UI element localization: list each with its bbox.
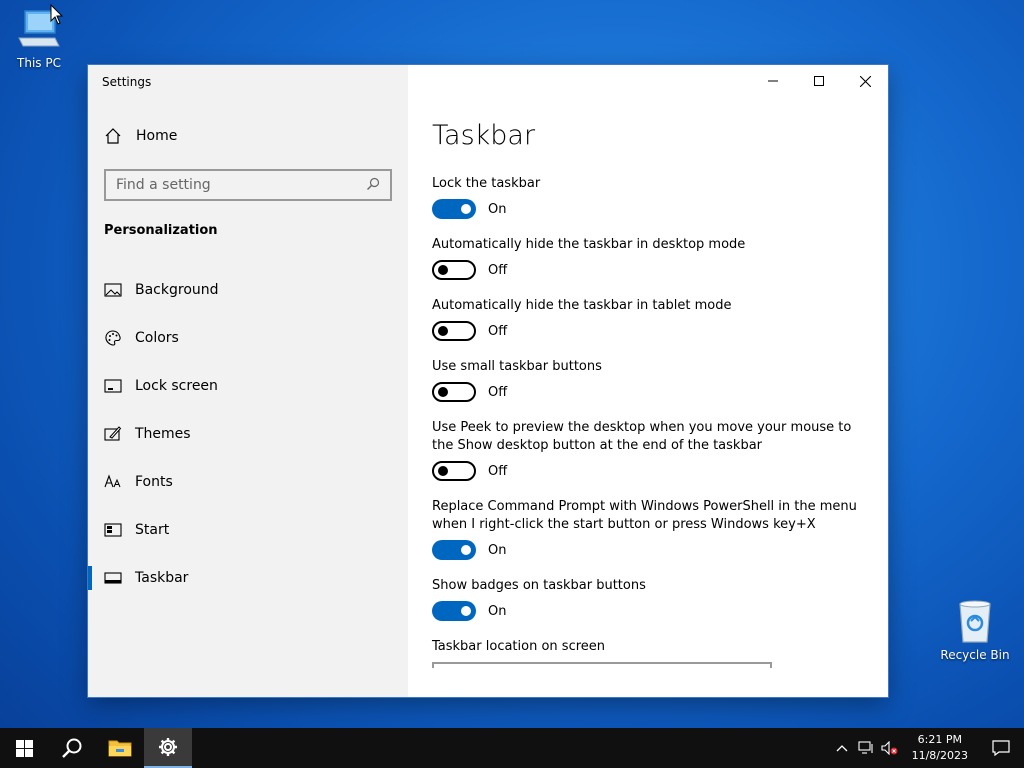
start-button[interactable] [0, 728, 48, 768]
sidebar-item-label: Lock screen [135, 378, 218, 394]
setting-badges: Show badges on taskbar buttons On [432, 577, 862, 621]
action-center-button[interactable] [978, 728, 1024, 768]
sidebar-item-start[interactable]: Start [88, 506, 408, 554]
file-explorer-button[interactable] [96, 728, 144, 768]
sidebar-item-fonts[interactable]: Fonts [88, 458, 408, 506]
recycle-bin-label: Recycle Bin [940, 648, 1010, 662]
peek-toggle[interactable] [432, 461, 476, 481]
recycle-bin-icon [951, 600, 999, 644]
search-icon [62, 738, 82, 758]
small-buttons-toggle[interactable] [432, 382, 476, 402]
search-input[interactable] [116, 177, 366, 193]
network-icon [858, 741, 873, 754]
recycle-bin-desktop-icon[interactable]: Recycle Bin [940, 600, 1010, 662]
minimize-button[interactable] [750, 65, 796, 97]
setting-small-buttons: Use small taskbar buttons Off [432, 358, 862, 402]
sidebar-item-label: Themes [135, 426, 191, 442]
sidebar-item-lock-screen[interactable]: Lock screen [88, 362, 408, 410]
chevron-up-icon [836, 745, 848, 752]
lock-taskbar-toggle[interactable] [432, 199, 476, 219]
sidebar-item-label: Colors [135, 330, 179, 346]
settings-taskbar-button[interactable] [144, 728, 192, 768]
toggle-state-text: Off [488, 463, 508, 479]
setting-label: Automatically hide the taskbar in deskto… [432, 237, 746, 252]
powershell-toggle[interactable] [432, 540, 476, 560]
picture-icon [104, 281, 122, 299]
search-box[interactable] [104, 169, 392, 201]
personalization-nav: Background Colors Lock screen Themes Fon… [88, 266, 408, 602]
sidebar-item-label: Taskbar [135, 570, 189, 586]
sidebar-item-background[interactable]: Background [88, 266, 408, 314]
search-icon[interactable] [366, 176, 380, 195]
folder-icon [108, 740, 132, 757]
sidebar-item-taskbar[interactable]: Taskbar [88, 554, 408, 602]
clock-date: 11/8/2023 [911, 749, 968, 762]
sidebar-item-label: Fonts [135, 474, 173, 490]
volume-button[interactable] [878, 728, 902, 768]
home-icon [104, 127, 122, 145]
sidebar-item-label: Start [135, 522, 170, 538]
search-taskbar-button[interactable] [48, 728, 96, 768]
taskbar-location-dropdown[interactable] [432, 662, 772, 668]
taskbar-settings-list: Lock the taskbar On Automatically hide t… [432, 175, 862, 685]
start-icon [104, 521, 122, 539]
fonts-icon [104, 473, 122, 491]
settings-content: Taskbar Lock the taskbar On Automaticall… [408, 65, 888, 697]
toggle-state-text: Off [488, 262, 508, 278]
settings-window: Settings Home Personalization Background [88, 65, 888, 697]
maximize-icon [814, 76, 824, 86]
toggle-state-text: Off [488, 384, 508, 400]
setting-peek: Use Peek to preview the desktop when you… [432, 419, 862, 481]
setting-label: Show badges on taskbar buttons [432, 578, 646, 593]
setting-label: Use Peek to preview the desktop when you… [432, 420, 852, 453]
gear-icon [159, 738, 177, 756]
sidebar-item-themes[interactable]: Themes [88, 410, 408, 458]
taskbar-clock[interactable]: 6:21 PM 11/8/2023 [902, 732, 978, 764]
setting-label: Use small taskbar buttons [432, 359, 602, 374]
lock-screen-icon [104, 377, 122, 395]
windows-logo-icon [15, 739, 33, 757]
sidebar-item-label: Background [135, 282, 219, 298]
setting-label: Taskbar location on screen [432, 639, 606, 654]
taskbar: 6:21 PM 11/8/2023 [0, 728, 1024, 768]
toggle-state-text: Off [488, 323, 508, 339]
autohide-tablet-toggle[interactable] [432, 321, 476, 341]
setting-lock-taskbar: Lock the taskbar On [432, 175, 862, 219]
page-title: Taskbar [432, 120, 536, 151]
sidebar-item-colors[interactable]: Colors [88, 314, 408, 362]
setting-autohide-tablet: Automatically hide the taskbar in tablet… [432, 297, 862, 341]
home-nav-item[interactable]: Home [104, 127, 177, 145]
mouse-cursor-icon [50, 3, 64, 30]
taskbar-icon [104, 569, 122, 587]
minimize-icon [768, 80, 778, 82]
palette-icon [104, 329, 122, 347]
network-button[interactable] [854, 728, 878, 768]
close-icon [859, 75, 871, 87]
notification-icon [992, 740, 1010, 756]
section-title: Personalization [104, 223, 218, 238]
setting-label: Lock the taskbar [432, 176, 541, 191]
settings-sidebar: Settings Home Personalization Background [88, 65, 408, 697]
setting-location: Taskbar location on screen [432, 638, 862, 668]
toggle-state-text: On [488, 542, 507, 558]
themes-icon [104, 425, 122, 443]
home-label: Home [136, 128, 178, 144]
toggle-state-text: On [488, 603, 507, 619]
setting-label: Automatically hide the taskbar in tablet… [432, 298, 732, 313]
window-title: Settings [102, 75, 152, 89]
show-hidden-icons-button[interactable] [830, 728, 854, 768]
toggle-state-text: On [488, 201, 507, 217]
setting-label: Replace Command Prompt with Windows Powe… [432, 499, 857, 532]
volume-muted-icon [881, 741, 898, 755]
setting-powershell: Replace Command Prompt with Windows Powe… [432, 498, 862, 560]
maximize-button[interactable] [796, 65, 842, 97]
system-tray: 6:21 PM 11/8/2023 [830, 728, 1024, 768]
this-pc-label: This PC [17, 56, 61, 70]
close-button[interactable] [842, 65, 888, 97]
badges-toggle[interactable] [432, 601, 476, 621]
window-controls [750, 65, 888, 97]
clock-time: 6:21 PM [917, 733, 962, 746]
autohide-desktop-toggle[interactable] [432, 260, 476, 280]
setting-autohide-desktop: Automatically hide the taskbar in deskto… [432, 236, 862, 280]
